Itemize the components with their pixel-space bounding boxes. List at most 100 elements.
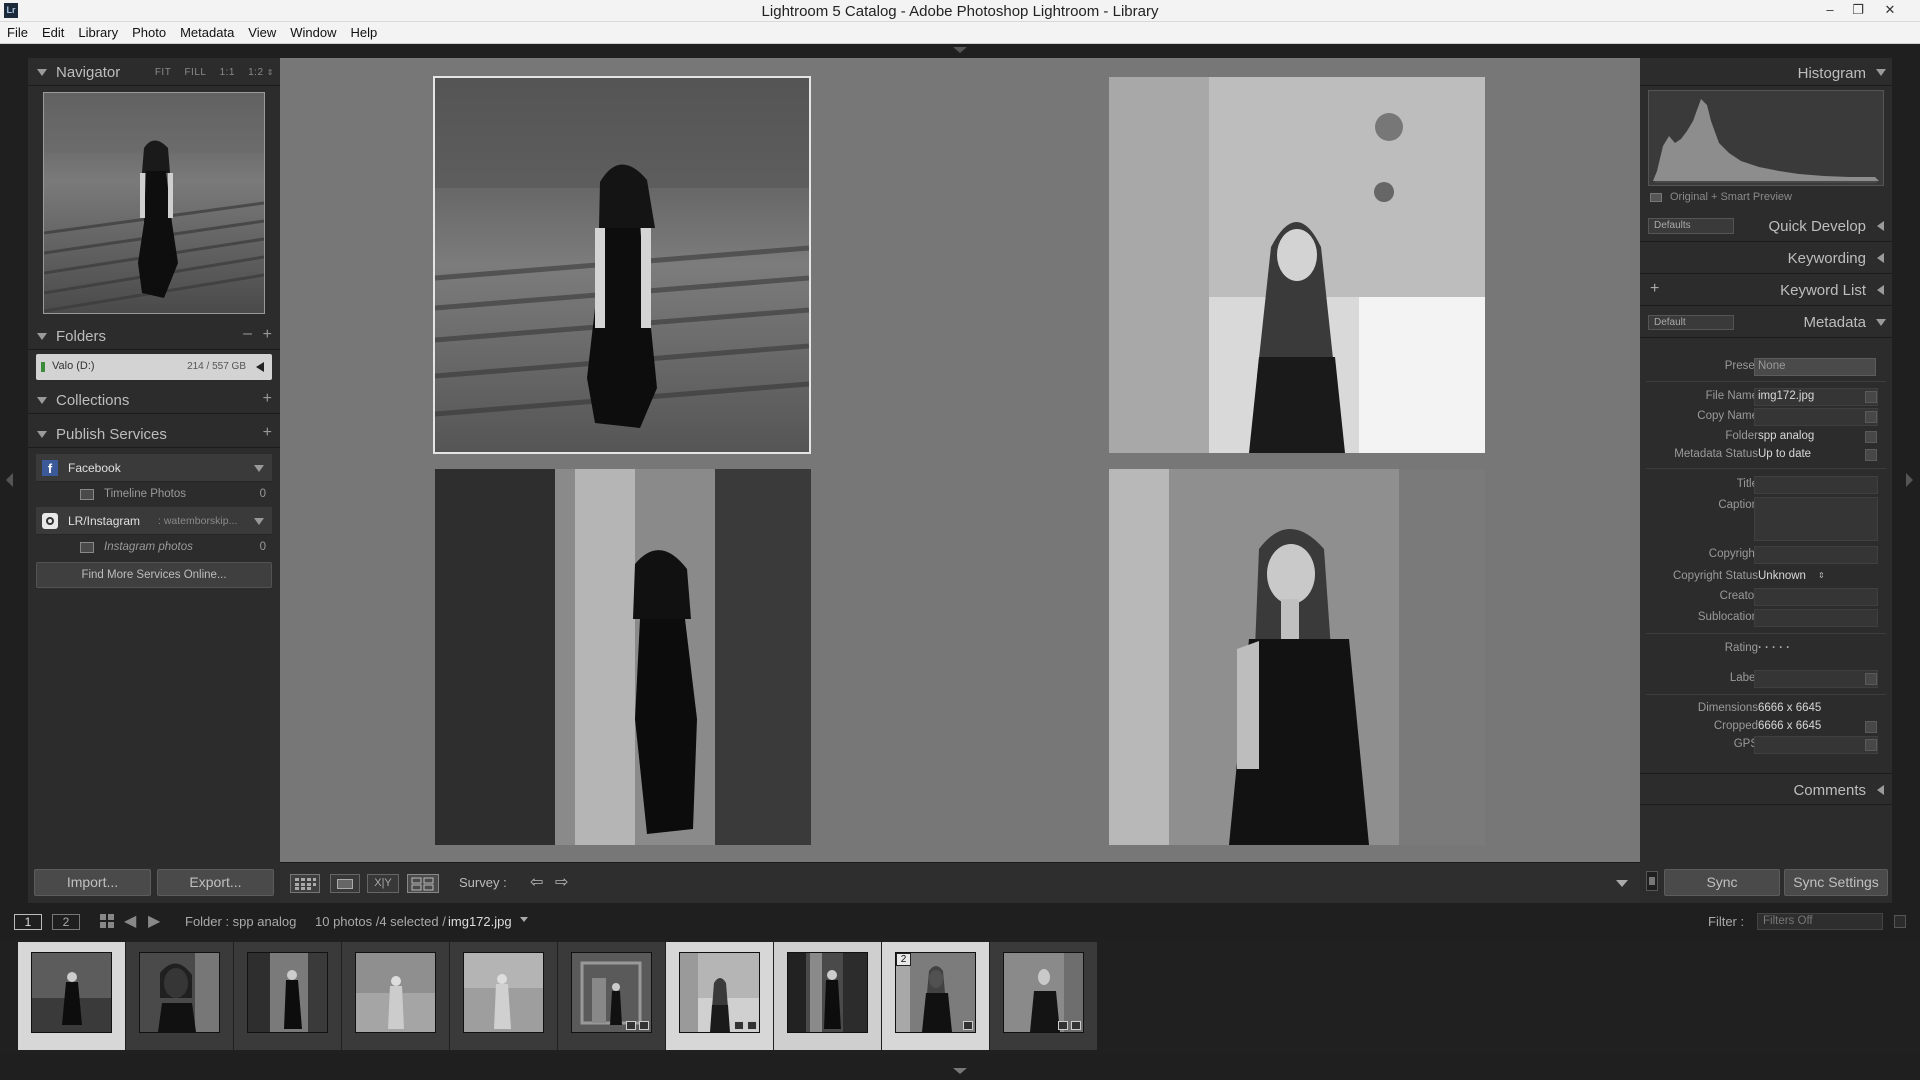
filmstrip-thumbnail[interactable] [666, 942, 773, 1050]
collections-header[interactable]: Collections + [28, 386, 280, 414]
collapse-left-panel-arrow-icon[interactable] [6, 473, 13, 487]
import-button[interactable]: Import... [34, 869, 151, 896]
filmstrip-thumbnail[interactable] [450, 942, 557, 1050]
menu-view[interactable]: View [241, 22, 283, 43]
title-field[interactable] [1754, 476, 1878, 494]
publish-collection-instagram[interactable]: Instagram photos 0 [36, 535, 272, 560]
menu-window[interactable]: Window [283, 22, 343, 43]
publish-services-header[interactable]: Publish Services + [28, 420, 280, 448]
secondary-window-button[interactable]: 2 [52, 914, 80, 930]
sync-settings-button[interactable]: Sync Settings [1784, 869, 1888, 896]
filmstrip-thumbnail[interactable] [342, 942, 449, 1050]
menu-library[interactable]: Library [71, 22, 125, 43]
saved-preset-select[interactable]: Defaults [1648, 218, 1734, 234]
filmstrip-thumbnail[interactable] [126, 942, 233, 1050]
copyright-status-stepper-icon[interactable]: ⇕ [1818, 571, 1825, 580]
restore-button[interactable]: ❐ [1845, 1, 1871, 19]
close-button[interactable]: ✕ [1877, 1, 1903, 19]
sublocation-field[interactable] [1754, 609, 1878, 627]
quick-develop-header[interactable]: Defaults Quick Develop [1640, 210, 1892, 242]
label-field[interactable] [1754, 670, 1878, 688]
menu-edit[interactable]: Edit [35, 22, 71, 43]
previous-photo-arrow-icon[interactable]: ⇦ [530, 872, 543, 892]
export-button[interactable]: Export... [157, 869, 274, 896]
grid-icon[interactable] [100, 914, 114, 928]
navigator-header[interactable]: Navigator FIT FILL 1:1 1:2 ⇕ [28, 58, 280, 86]
compare-view-icon[interactable]: X|Y [367, 874, 399, 893]
zoom-fill[interactable]: FILL [184, 67, 206, 78]
service-menu-icon[interactable] [254, 465, 264, 472]
filename-menu-icon[interactable] [520, 917, 528, 922]
add-keyword-icon[interactable]: + [1650, 280, 1659, 298]
survey-photo-1[interactable] [433, 76, 811, 454]
copyright-status-select[interactable]: Unknown [1758, 570, 1806, 582]
creator-field[interactable] [1754, 588, 1878, 606]
collapse-right-panel-arrow-icon[interactable] [1906, 473, 1913, 487]
sync-button[interactable]: Sync [1664, 869, 1780, 896]
caption-field[interactable] [1754, 497, 1878, 541]
keyword-list-header[interactable]: + Keyword List [1640, 274, 1892, 306]
publish-service-facebook[interactable]: f Facebook [36, 454, 272, 482]
filter-select[interactable]: Filters Off [1757, 913, 1883, 930]
label-action-icon[interactable] [1865, 673, 1877, 685]
filter-lock-icon[interactable] [1894, 915, 1906, 928]
menu-metadata[interactable]: Metadata [173, 22, 241, 43]
file-name-action-icon[interactable] [1865, 391, 1877, 403]
show-module-picker-arrow-icon[interactable] [953, 47, 967, 53]
zoom-stepper-icon[interactable]: ⇕ [267, 68, 274, 77]
survey-photo-2[interactable] [1109, 77, 1485, 453]
filmstrip-thumbnail[interactable] [234, 942, 341, 1050]
find-more-services-button[interactable]: Find More Services Online... [36, 562, 272, 588]
filmstrip-thumbnail[interactable] [18, 942, 125, 1050]
navigator-preview[interactable] [43, 92, 265, 314]
metadata-header[interactable]: Default Metadata [1640, 306, 1892, 338]
filmstrip-thumbnail[interactable] [774, 942, 881, 1050]
add-collection-icon[interactable]: + [263, 390, 272, 408]
survey-photo-4[interactable] [1109, 469, 1485, 845]
copy-name-field[interactable] [1754, 408, 1878, 426]
stack-count-badge[interactable]: 2 [896, 953, 911, 966]
filmstrip-filename[interactable]: img172.jpg [448, 914, 512, 929]
forward-arrow-icon[interactable]: ▶ [148, 911, 160, 931]
gps-field[interactable] [1754, 736, 1878, 754]
comments-header[interactable]: Comments [1640, 773, 1892, 805]
add-publish-service-icon[interactable]: + [263, 424, 272, 442]
histogram-chart[interactable] [1648, 90, 1884, 186]
toolbar-content-menu-icon[interactable] [1616, 880, 1628, 887]
menu-help[interactable]: Help [344, 22, 385, 43]
remove-folder-icon[interactable]: – [243, 325, 252, 343]
crop-action-icon[interactable] [1865, 721, 1877, 733]
add-folder-icon[interactable]: + [263, 326, 272, 344]
smart-preview-icon[interactable] [1650, 193, 1662, 202]
go-to-folder-icon[interactable] [1865, 431, 1877, 443]
filmstrip-thumbnail[interactable]: 2 [882, 942, 989, 1050]
keywording-header[interactable]: Keywording [1640, 242, 1892, 274]
filmstrip-source[interactable]: Folder : spp analog [185, 914, 296, 929]
drive-expand-icon[interactable] [256, 362, 264, 372]
copyright-field[interactable] [1754, 546, 1878, 564]
grid-view-icon[interactable] [290, 874, 320, 893]
zoom-1-1[interactable]: 1:1 [220, 67, 235, 78]
service-menu-icon[interactable] [254, 518, 264, 525]
minimize-button[interactable]: – [1817, 1, 1843, 19]
metadata-status-action-icon[interactable] [1865, 449, 1877, 461]
gps-action-icon[interactable] [1865, 739, 1877, 751]
rating-stars[interactable]: · · · · · [1758, 642, 1790, 654]
survey-view-icon[interactable] [407, 874, 439, 893]
metadata-view-select[interactable]: Default [1648, 315, 1734, 330]
menu-photo[interactable]: Photo [125, 22, 173, 43]
drive-row[interactable]: Valo (D:) 214 / 557 GB [36, 354, 272, 380]
auto-sync-switch[interactable] [1646, 871, 1658, 891]
menu-file[interactable]: File [0, 22, 35, 43]
next-photo-arrow-icon[interactable]: ⇨ [555, 872, 568, 892]
folders-header[interactable]: Folders – + [28, 322, 280, 350]
copy-name-action-icon[interactable] [1865, 411, 1877, 423]
survey-photo-3[interactable] [435, 469, 811, 845]
histogram-header[interactable]: Histogram [1640, 58, 1892, 86]
zoom-1-2[interactable]: 1:2 [248, 67, 263, 78]
collapse-filmstrip-arrow-icon[interactable] [953, 1068, 967, 1074]
publish-collection-timeline[interactable]: Timeline Photos 0 [36, 482, 272, 507]
filmstrip-thumbnail[interactable] [990, 942, 1097, 1050]
primary-window-button[interactable]: 1 [14, 914, 42, 930]
back-arrow-icon[interactable]: ◀ [124, 911, 136, 931]
